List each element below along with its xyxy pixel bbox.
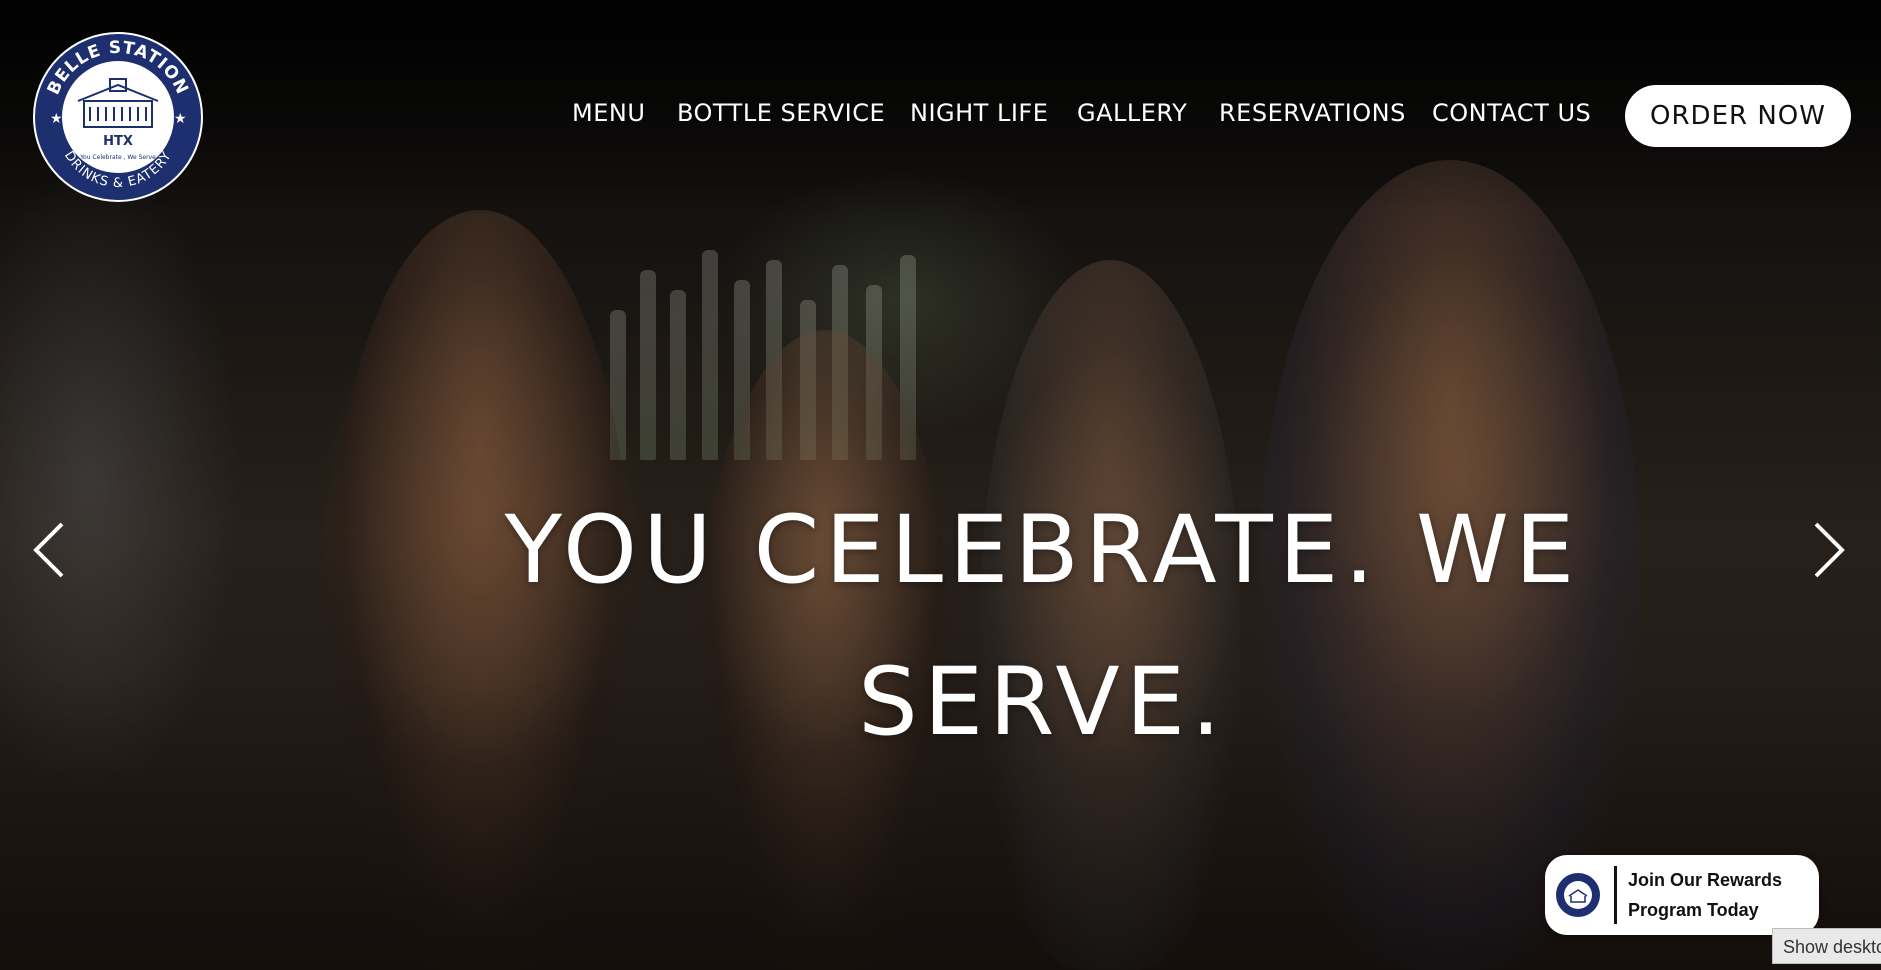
rewards-widget[interactable]: Join Our Rewards Program Today [1545,855,1819,935]
hero-headline-line2: SERVE. [858,647,1227,757]
hero-headline: YOU CELEBRATE. WE SERVE. [390,475,1695,779]
nav-item-gallery[interactable]: GALLERY [1077,99,1187,127]
chevron-right-icon [1814,522,1845,578]
order-now-button[interactable]: ORDER NOW [1625,85,1851,147]
hero-headline-line1: YOU CELEBRATE. WE [504,495,1581,605]
nav-item-contact-us[interactable]: CONTACT US [1432,99,1591,127]
carousel-next-button[interactable] [1808,520,1848,580]
rewards-divider [1614,866,1617,924]
nav-item-bottle-service[interactable]: BOTTLE SERVICE [677,99,885,127]
chevron-left-icon [33,522,64,578]
rewards-text: Join Our Rewards Program Today [1628,865,1782,925]
logo-tagline: You Celebrate , We Serve [79,154,156,161]
show-desktop-tooltip: Show desktop [1772,928,1881,964]
rewards-line1: Join Our Rewards [1628,870,1783,890]
nav-item-menu[interactable]: MENU [572,99,645,127]
rewards-line2: Program Today [1628,900,1759,920]
logo-middle-text: HTX [103,134,133,149]
nav-item-reservations[interactable]: RESERVATIONS [1219,99,1406,127]
carousel-prev-button[interactable] [30,520,70,580]
main-navigation: MENU BOTTLE SERVICE NIGHT LIFE GALLERY R… [0,99,1881,133]
nav-item-night-life[interactable]: NIGHT LIFE [910,99,1048,127]
rewards-logo-icon [1556,873,1600,917]
